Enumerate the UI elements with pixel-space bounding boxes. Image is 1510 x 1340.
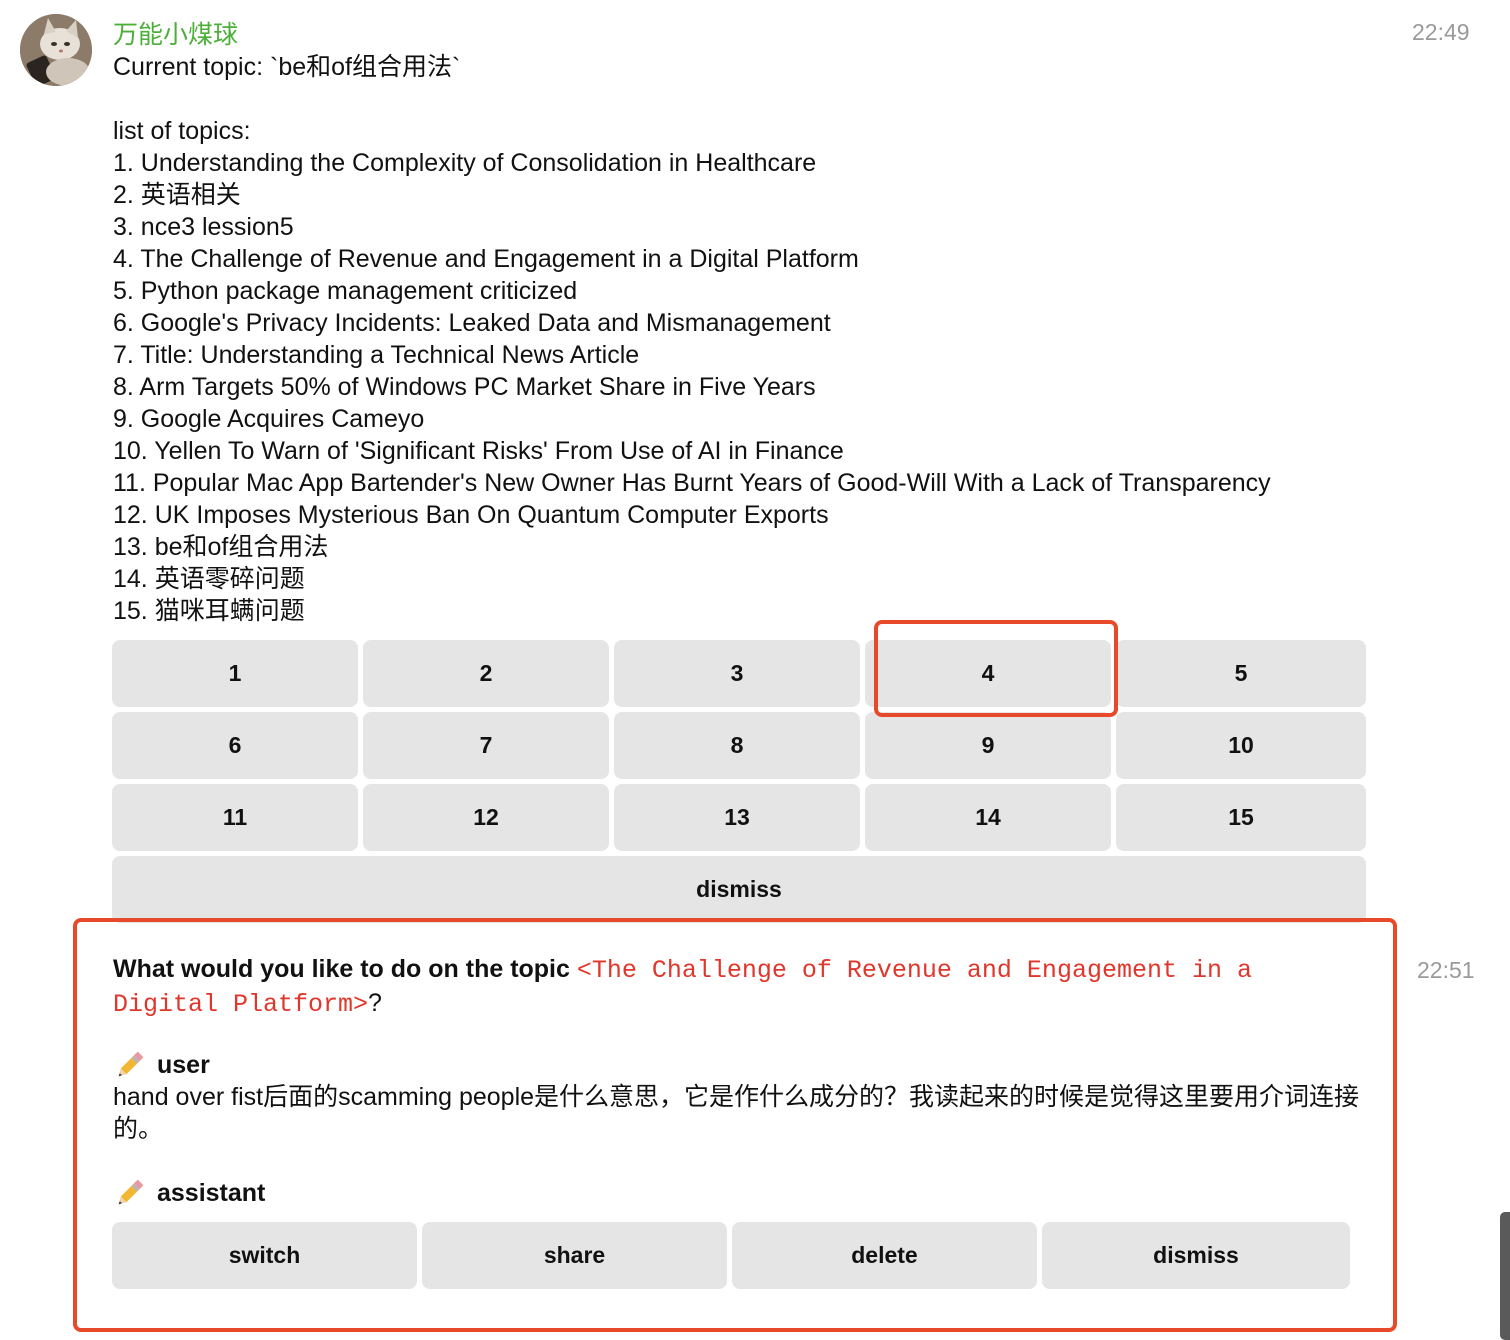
share-button[interactable]: share [422,1222,727,1289]
list-item: 9. Google Acquires Cameyo [113,405,425,433]
question-prefix: What would you like to do on the topic [113,955,577,983]
message-time: 22:51 [1417,957,1475,983]
dismiss-button[interactable]: dismiss [1042,1222,1350,1289]
topic-button-1[interactable]: 1 [112,640,358,707]
topic-button-8[interactable]: 8 [614,712,860,779]
topic-button-14[interactable]: 14 [865,784,1111,851]
list-item: 13. be和of组合用法 [113,533,329,561]
message-time: 22:49 [1412,19,1470,45]
topic-button-13[interactable]: 13 [614,784,860,851]
topic-button-4[interactable]: 4 [865,640,1111,707]
list-item: 8. Arm Targets 50% of Windows PC Market … [113,373,816,401]
topic-button-2[interactable]: 2 [363,640,609,707]
assistant-role-text: assistant [157,1178,266,1207]
user-role-label: user [113,1048,210,1082]
scrollbar-thumb[interactable] [1500,1212,1510,1340]
question-suffix: ? [368,989,382,1017]
user-message-text: hand over fist后面的scamming people是什么意思，它是… [113,1083,1360,1143]
list-item: 4. The Challenge of Revenue and Engageme… [113,245,859,273]
list-item: 15. 猫咪耳螨问题 [113,597,305,625]
topic-button-3[interactable]: 3 [614,640,860,707]
list-item: 11. Popular Mac App Bartender's New Owne… [113,469,1271,497]
pencil-icon [118,1051,144,1077]
pencil-icon [118,1179,144,1205]
list-item: 14. 英语零碎问题 [113,565,305,593]
topic-button-7[interactable]: 7 [363,712,609,779]
list-item: 5. Python package management criticized [113,277,578,305]
list-item: 1. Understanding the Complexity of Conso… [113,149,817,177]
avatar[interactable] [20,14,92,86]
topic-list-header: list of topics: [113,117,251,145]
topic-button-15[interactable]: 15 [1116,784,1366,851]
topic-question: What would you like to do on the topic <… [113,953,1353,1021]
topic-button-9[interactable]: 9 [865,712,1111,779]
topic-list: 1. Understanding the Complexity of Conso… [113,147,1271,627]
list-item: 6. Google's Privacy Incidents: Leaked Da… [113,309,831,337]
topic-button-6[interactable]: 6 [112,712,358,779]
assistant-role-label: assistant [113,1176,265,1210]
sender-name[interactable]: 万能小煤球 [113,15,238,51]
topic-button-12[interactable]: 12 [363,784,609,851]
user-role-text: user [157,1050,210,1079]
delete-button[interactable]: delete [732,1222,1037,1289]
list-item: 7. Title: Understanding a Technical News… [113,341,640,369]
dismiss-button[interactable]: dismiss [112,856,1366,923]
list-item: 3. nce3 lession5 [113,213,294,241]
topic-button-5[interactable]: 5 [1116,640,1366,707]
current-topic-text: Current topic: `be和of组合用法` [113,53,461,81]
topic-button-11[interactable]: 11 [112,784,358,851]
list-item: 2. 英语相关 [113,181,241,209]
list-item: 10. Yellen To Warn of 'Significant Risks… [113,437,844,465]
switch-button[interactable]: switch [112,1222,417,1289]
list-item: 12. UK Imposes Mysterious Ban On Quantum… [113,501,829,529]
cat-avatar-image [20,14,92,86]
topic-button-10[interactable]: 10 [1116,712,1366,779]
